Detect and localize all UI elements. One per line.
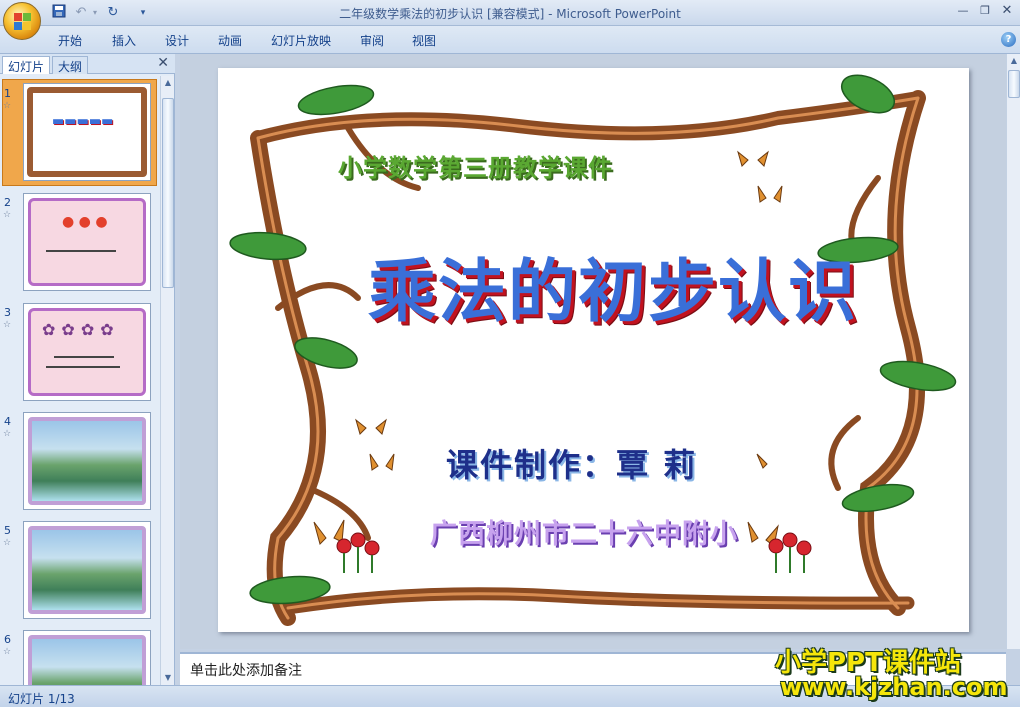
office-button[interactable] [3,2,41,40]
scroll-thumb[interactable] [162,98,174,288]
slide-subtitle[interactable]: 小学数学第三册教学课件 [338,148,613,183]
thumb-frame [27,87,147,177]
animation-star-icon: ☆ [3,647,12,657]
slide-number: 3 [4,306,11,319]
watermark-url: www.kjzhan.com [780,673,1008,701]
slide-thumbnail-4[interactable] [23,412,151,510]
ribbon-tab-bar: 开始 插入 设计 动画 幻灯片放映 审阅 视图 ? [0,26,1020,54]
thumb-landscape [28,417,146,505]
window-title: 二年级数学乘法的初步认识 [兼容模式] - Microsoft PowerPoi… [339,7,681,21]
slide-thumbnail-1[interactable]: ▬▬▬▬▬ [23,83,151,181]
balloon-icon: ● ● ● [62,214,108,230]
current-slide[interactable]: 小学数学第三册教学课件 乘法的初步认识 课件制作：覃 莉 广西柳州市二十六中附小 [218,68,969,632]
thumb-landscape [28,526,146,614]
close-icon[interactable]: ✕ [157,55,169,71]
flower-pot-icon: ✿✿✿✿ [42,320,120,339]
thumb-title-graphic: ▬▬▬▬▬ [52,114,114,129]
tab-review[interactable]: 审阅 [360,32,384,49]
help-icon[interactable]: ? [1001,32,1016,47]
slide-number: 4 [4,415,11,428]
thumb-text-line [54,356,114,358]
slide-number: 5 [4,524,11,537]
thumbnail-scrollbar[interactable]: ▲ ▼ [160,76,174,685]
thumb-landscape [28,635,146,685]
tab-insert[interactable]: 插入 [112,32,136,49]
thumb-text-line [46,250,116,252]
slide-thumbnail-list: 1 ☆ ▬▬▬▬▬ 2 ☆ ● ● ● 3 ☆ ✿✿✿✿ 4 ☆ 5 ☆ 6 ☆ [0,76,160,685]
scroll-up-icon[interactable]: ▲ [161,76,175,90]
slide-thumbnail-5[interactable] [23,521,151,619]
animation-star-icon: ☆ [3,101,12,111]
slide-number: 1 [4,87,11,100]
pane-tabs: 幻灯片 大纲 ✕ [0,54,175,74]
animation-star-icon: ☆ [3,320,12,330]
thumb-text-line [46,366,120,368]
tab-animations[interactable]: 动画 [218,32,242,49]
tab-outline[interactable]: 大纲 [52,56,89,74]
slide-number: 2 [4,196,11,209]
tab-slides[interactable]: 幻灯片 [2,56,51,74]
slide-thumbnail-6[interactable] [23,630,151,685]
slide-scrollbar[interactable]: ▲ [1006,54,1020,649]
tab-view[interactable]: 视图 [412,32,436,49]
animation-star-icon: ☆ [3,429,12,439]
scroll-down-icon[interactable]: ▼ [161,671,175,685]
slide-editing-area: 小学数学第三册教学课件 乘法的初步认识 课件制作：覃 莉 广西柳州市二十六中附小 [180,54,1006,649]
slide-thumbnail-2[interactable]: ● ● ● [23,193,151,291]
slide-counter: 幻灯片 1/13 [8,692,75,706]
animation-star-icon: ☆ [3,210,12,220]
scroll-up-icon[interactable]: ▲ [1007,54,1020,68]
tab-slideshow[interactable]: 幻灯片放映 [271,32,331,49]
slides-pane: 幻灯片 大纲 ✕ 1 ☆ ▬▬▬▬▬ 2 ☆ ● ● ● 3 ☆ ✿✿✿✿ 4 [0,54,175,685]
notes-placeholder[interactable]: 单击此处添加备注 [190,660,302,680]
animation-star-icon: ☆ [3,538,12,548]
office-logo-icon [14,13,32,31]
slide-title[interactable]: 乘法的初步认识 [368,236,858,335]
tab-home[interactable]: 开始 [58,32,82,49]
thumb-card [28,198,146,286]
title-bar: ↶ ▾ ↻ ▾ 二年级数学乘法的初步认识 [兼容模式] - Microsoft … [0,0,1020,40]
scroll-thumb[interactable] [1008,70,1020,98]
restore-button[interactable]: ❐ [974,3,996,19]
slide-number: 6 [4,633,11,646]
tab-design[interactable]: 设计 [165,32,189,49]
slide-thumbnail-3[interactable]: ✿✿✿✿ [23,303,151,401]
close-button[interactable]: ✕ [996,3,1018,19]
minimize-button[interactable]: — [952,3,974,19]
slide-school[interactable]: 广西柳州市二十六中附小 [430,512,738,551]
slide-author[interactable]: 课件制作：覃 莉 [446,440,697,486]
